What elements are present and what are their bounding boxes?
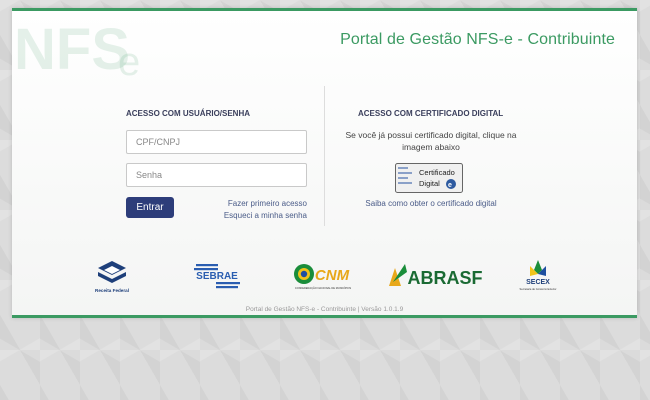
svg-text:Receita Federal: Receita Federal	[95, 288, 129, 293]
svg-text:Digital: Digital	[419, 179, 440, 188]
nfse-logo: NFS e	[14, 17, 140, 83]
certificate-section-title: ACESSO COM CERTIFICADO DIGITAL	[358, 109, 504, 118]
svg-text:CNM: CNM	[315, 267, 350, 284]
login-panel: NFS e Portal de Gestão NFS-e - Contribui…	[12, 8, 637, 318]
cpf-cnpj-input[interactable]	[126, 130, 307, 154]
secex-logo: SECEX Secretaria de Comércio Exterior	[520, 260, 557, 291]
svg-text:SECEX: SECEX	[526, 279, 550, 286]
section-divider	[324, 86, 325, 226]
footer-version: Portal de Gestão NFS-e - Contribuinte | …	[245, 306, 404, 313]
how-to-get-certificate-link[interactable]: Saiba como obter o certificado digital	[330, 199, 532, 208]
cnm-logo: CNM CONFEDERAÇÃO NACIONAL DE MUNICÍPIOS	[294, 264, 352, 290]
forgot-password-link[interactable]: Esqueci a minha senha	[224, 211, 307, 220]
svg-text:SEBRAE: SEBRAE	[196, 271, 238, 282]
svg-text:e: e	[448, 182, 452, 189]
login-section-title: ACESSO COM USUÁRIO/SENHA	[126, 109, 251, 118]
svg-text:Secretaria de Comércio Exterio: Secretaria de Comércio Exterior	[520, 287, 557, 291]
abrasf-logo: ABRASF	[389, 264, 483, 288]
sebrae-logo: SEBRAE	[194, 264, 240, 289]
svg-text:Certificado: Certificado	[419, 168, 455, 177]
password-input[interactable]	[126, 163, 307, 187]
certificate-instructions: Se você já possui certificado digital, c…	[345, 130, 517, 152]
first-access-link[interactable]: Fazer primeiro acesso	[228, 199, 307, 208]
svg-text:e: e	[118, 40, 140, 83]
page-title: Portal de Gestão NFS-e - Contribuinte	[340, 31, 615, 48]
svg-text:NFS: NFS	[14, 17, 130, 82]
svg-text:ABRASF: ABRASF	[408, 268, 483, 288]
receita-federal-logo: Receita Federal	[95, 261, 129, 293]
svg-text:CONFEDERAÇÃO NACIONAL DE MUNIC: CONFEDERAÇÃO NACIONAL DE MUNICÍPIOS	[295, 285, 352, 290]
enter-button[interactable]: Entrar	[126, 197, 174, 218]
digital-certificate-badge[interactable]: Certificado Digital e	[395, 163, 463, 193]
